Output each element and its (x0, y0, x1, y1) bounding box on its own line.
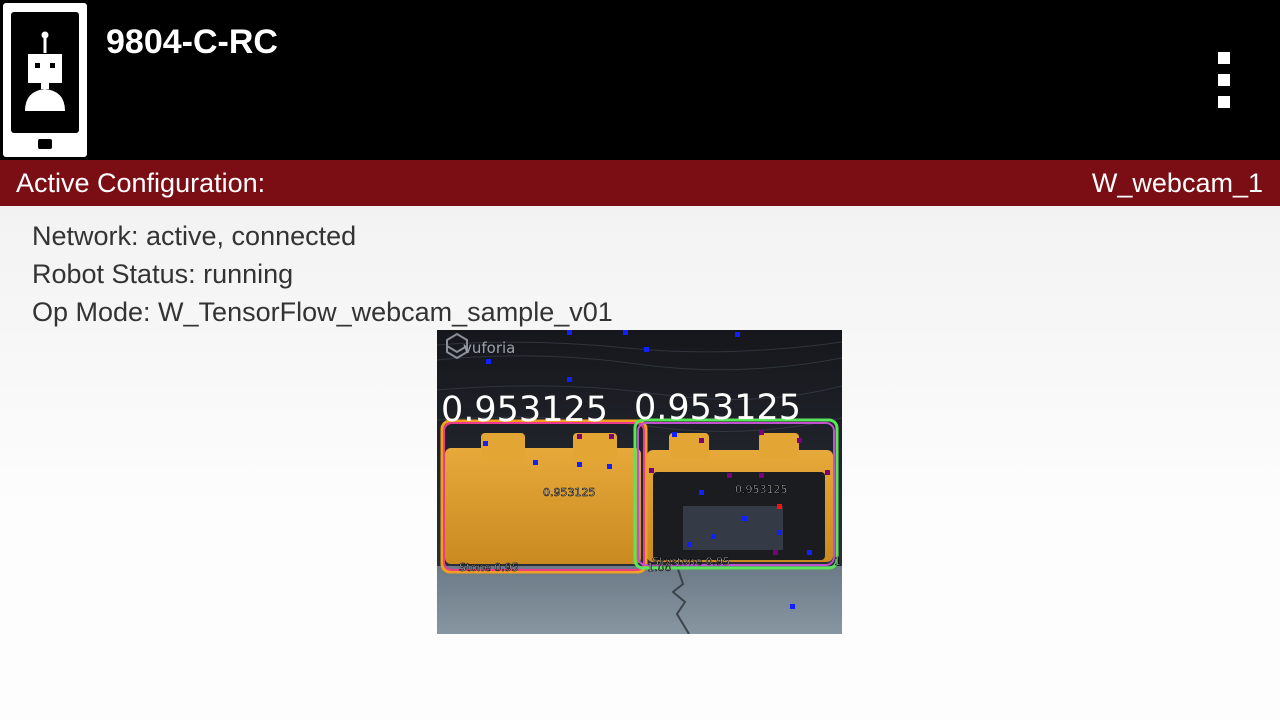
overflow-menu-icon[interactable] (1204, 44, 1244, 116)
edge-label: 1 (834, 555, 841, 568)
active-configuration-bar: Active Configuration: W_webcam_1 (0, 160, 1280, 206)
detection-center-score: 0.953125 (735, 483, 788, 496)
detection-label: Stone 0.95 (459, 561, 519, 574)
menu-dot (1218, 74, 1230, 86)
config-label: Active Configuration: (16, 168, 266, 198)
network-status: Network: active, connected (32, 221, 357, 251)
robot-phone-icon (3, 3, 87, 157)
detection-confidence: 0.953125 (441, 390, 608, 430)
app-bar: 9804-C-RC (0, 0, 1280, 160)
detection-confidence: 0.953125 (634, 388, 801, 428)
vuforia-watermark: vuforia (463, 339, 515, 357)
edge-label: 1.00 (647, 561, 672, 574)
detection-center-score: 0.953125 (543, 486, 596, 499)
op-mode-status: Op Mode: W_TensorFlow_webcam_sample_v01 (32, 297, 613, 327)
robot-status: Robot Status: running (32, 259, 294, 289)
menu-dot (1218, 52, 1230, 64)
app-title: 9804-C-RC (106, 23, 278, 61)
menu-dot (1218, 96, 1230, 108)
camera-stream: vuforia 0.953125 0.953125 0.953125 0.953… (437, 330, 842, 634)
config-value: W_webcam_1 (1091, 168, 1263, 198)
